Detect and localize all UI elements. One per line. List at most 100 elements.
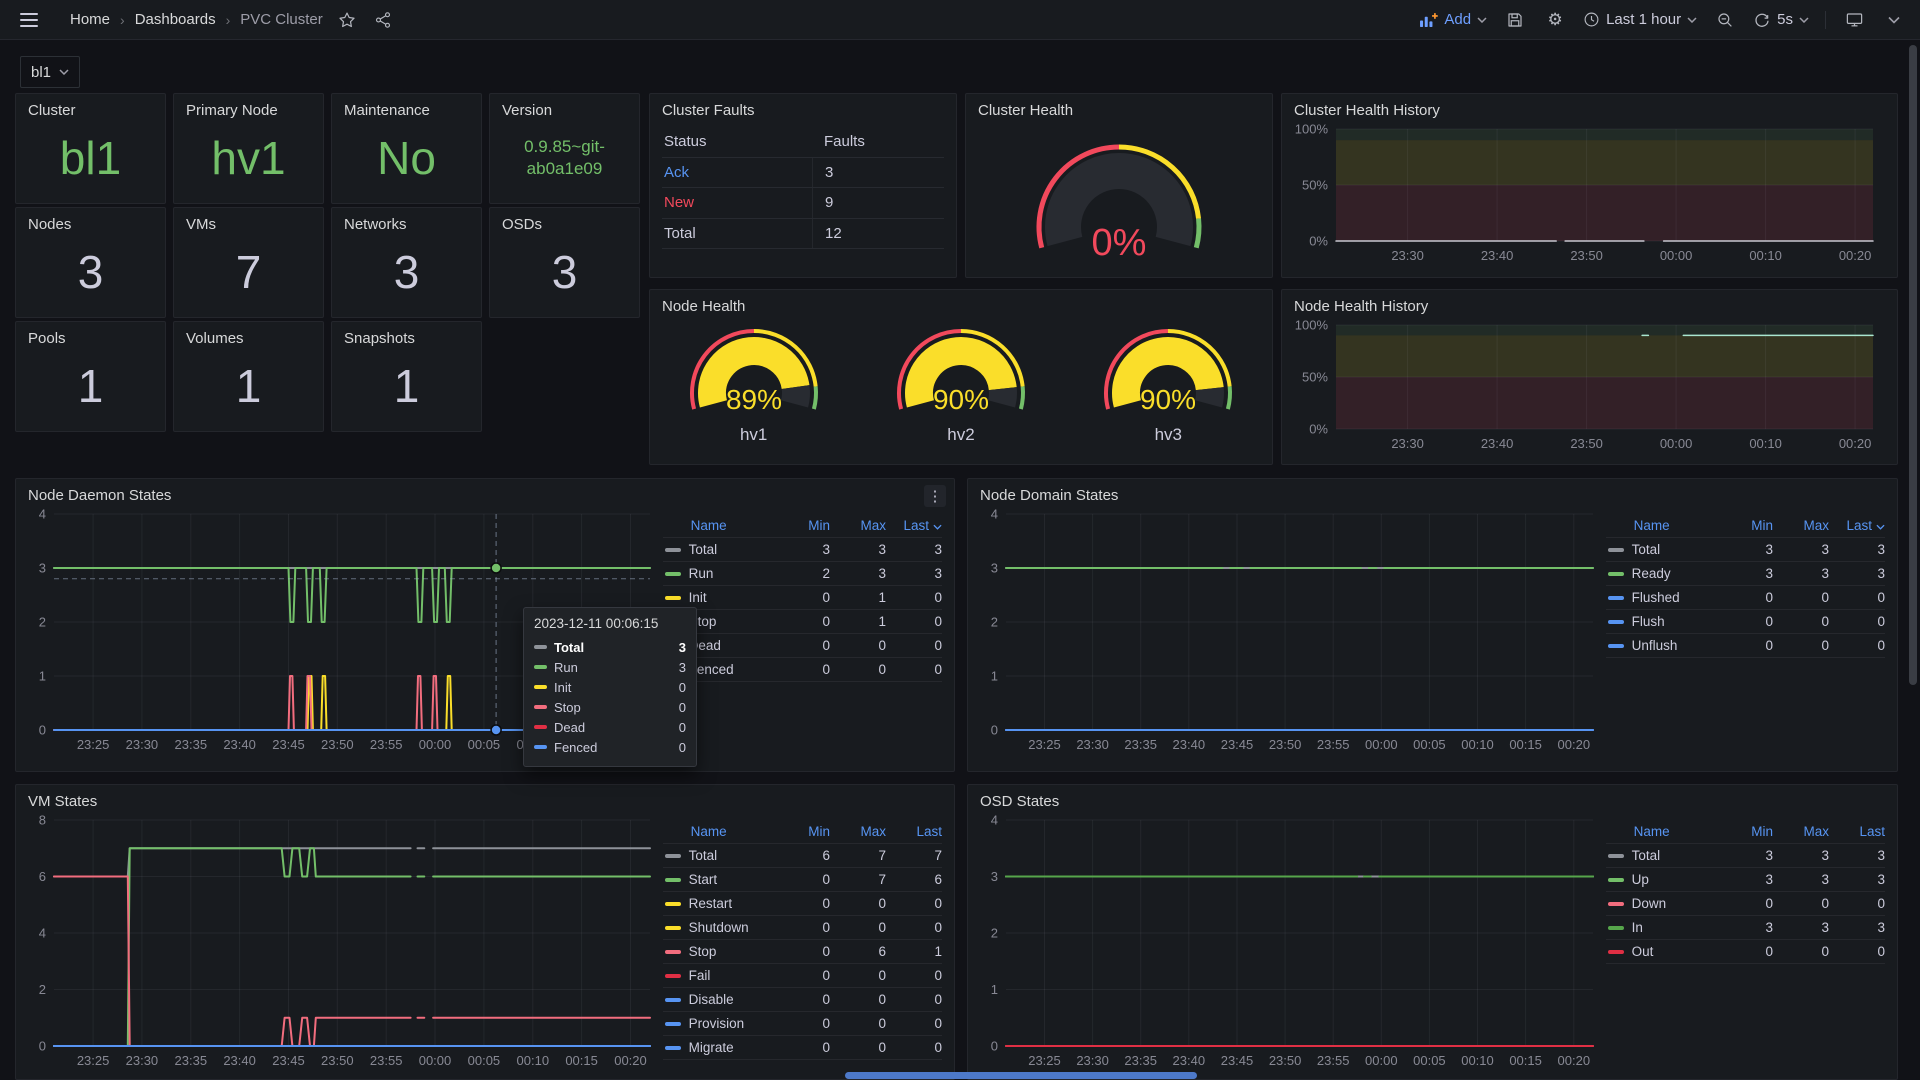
svg-text:23:55: 23:55 [1317,1053,1350,1068]
legend-col-name[interactable]: Name [665,518,774,533]
column-header-faults[interactable]: Faults [812,127,944,157]
legend-row-up[interactable]: Up333 [1606,868,1885,892]
legend-col-name[interactable]: Name [1608,824,1717,839]
breadcrumb-dashboards[interactable]: Dashboards [135,11,216,28]
legend-row-stop[interactable]: Stop010 [663,610,942,634]
horizontal-scrollbar-thumb[interactable] [845,1072,1197,1079]
menu-icon[interactable] [14,9,44,31]
legend-row-run[interactable]: Run233 [663,562,942,586]
legend-row-stop[interactable]: Stop061 [663,940,942,964]
breadcrumb-separator: › [226,12,231,28]
svg-text:23:30: 23:30 [126,1053,159,1068]
legend-row-shutdown[interactable]: Shutdown000 [663,916,942,940]
cluster-variable-dropdown[interactable]: bl1 [20,56,80,88]
legend-row-total[interactable]: Total333 [1606,844,1885,868]
svg-text:23:35: 23:35 [175,737,208,752]
panel-title[interactable]: Cluster Health [966,94,1272,121]
panel-menu-icon[interactable]: ⋮ [924,485,946,507]
share-icon[interactable] [371,8,395,32]
breadcrumb: Home › Dashboards › PVC Cluster [70,11,323,28]
stat-panel-snapshots: Snapshots 1 [331,321,482,432]
legend-col-min[interactable]: Min [1717,824,1773,839]
gauge-label: hv2 [947,425,974,445]
column-header-status[interactable]: Status [662,133,812,150]
legend-col-min[interactable]: Min [774,824,830,839]
panel-title[interactable]: Node Health History [1282,290,1897,317]
svg-text:00:05: 00:05 [1413,1053,1446,1068]
legend-row-disable[interactable]: Disable000 [663,988,942,1012]
legend-col-name[interactable]: Name [665,824,774,839]
legend-row-unflush[interactable]: Unflush000 [1606,634,1885,658]
series-swatch [665,548,681,552]
legend-col-min[interactable]: Min [774,518,830,533]
legend-row-dead[interactable]: Dead000 [663,634,942,658]
panel-title[interactable]: Cluster Health History [1282,94,1897,121]
stat-panel-maintenance: Maintenance No [331,93,482,204]
svg-text:23:35: 23:35 [1124,1053,1157,1068]
svg-text:50%: 50% [1302,370,1328,385]
bar-chart-plus-icon [1419,12,1438,28]
node-health-history-chart[interactable]: 0%50%100%23:3023:4023:5000:0000:1000:20 [1294,317,1887,455]
legend-row-total[interactable]: Total677 [663,844,942,868]
legend-col-max[interactable]: Max [830,518,886,533]
tv-mode-icon[interactable] [1842,8,1866,32]
legend-row-in[interactable]: In333 [1606,916,1885,940]
legend-col-max[interactable]: Max [830,824,886,839]
legend-row-flush[interactable]: Flush000 [1606,610,1885,634]
star-icon[interactable] [335,8,359,32]
node-gauge-hv2: 90% hv2 [879,325,1043,445]
panel-title[interactable]: Node Domain States [968,479,1897,506]
legend-col-name[interactable]: Name [1608,518,1717,533]
series-swatch [1608,854,1624,858]
legend-row-fenced[interactable]: Fenced000 [663,658,942,682]
breadcrumb-home[interactable]: Home [70,11,110,28]
vertical-scrollbar-thumb[interactable] [1909,45,1917,685]
legend-header: NameMinMaxLast [663,820,942,844]
faults-row-label: New [662,194,812,211]
legend-row-total[interactable]: Total333 [663,538,942,562]
legend-table: NameMinMaxLast Total333Run233Init010Stop0… [663,514,942,756]
refresh-controls[interactable]: 5s [1753,11,1809,29]
tooltip-timestamp: 2023-12-11 00:06:15 [534,616,686,631]
add-panel-button[interactable]: Add [1419,11,1487,28]
legend-row-ready[interactable]: Ready333 [1606,562,1885,586]
legend-row-provision[interactable]: Provision000 [663,1012,942,1036]
svg-text:23:50: 23:50 [1269,737,1302,752]
legend-col-last[interactable]: Last [886,518,942,533]
save-dashboard-icon[interactable] [1503,8,1527,32]
panel-title[interactable]: OSD States [968,785,1897,812]
panel-title[interactable]: Node Daemon States [16,479,954,506]
legend-col-last[interactable]: Last [1829,824,1885,839]
vm-states-chart[interactable]: 0246823:2523:3023:3523:4023:4523:5023:55… [28,812,663,1072]
settings-gear-icon[interactable]: ⚙ [1543,8,1567,32]
legend-row-fail[interactable]: Fail000 [663,964,942,988]
legend-row-init[interactable]: Init010 [663,586,942,610]
legend-col-max[interactable]: Max [1773,824,1829,839]
osd-states-chart[interactable]: 0123423:2523:3023:3523:4023:4523:5023:55… [980,812,1606,1072]
panel-title[interactable]: VM States [16,785,954,812]
legend-row-start[interactable]: Start076 [663,868,942,892]
legend-row-migrate[interactable]: Migrate000 [663,1036,942,1060]
cluster-health-gauge: 0% [999,123,1239,273]
zoom-out-icon[interactable] [1713,8,1737,32]
legend-row-restart[interactable]: Restart000 [663,892,942,916]
legend-row-down[interactable]: Down000 [1606,892,1885,916]
cluster-health-history-chart[interactable]: 0%50%100%23:3023:4023:5000:0000:1000:20 [1294,121,1887,267]
panel-title[interactable]: Node Health [650,290,1272,317]
legend-row-out[interactable]: Out000 [1606,940,1885,964]
legend-col-last[interactable]: Last [1829,518,1885,533]
panel-title[interactable]: Cluster Faults [650,94,956,121]
time-range-picker[interactable]: Last 1 hour [1583,11,1697,28]
collapse-nav-chevron-icon[interactable] [1882,8,1906,32]
series-swatch [1608,878,1624,882]
node-daemon-states-panel: Node Daemon States ⋮ 0123423:2523:3023:3… [15,478,955,772]
tooltip-row: Fenced0 [534,737,686,757]
legend-row-flushed[interactable]: Flushed000 [1606,586,1885,610]
legend-col-min[interactable]: Min [1717,518,1773,533]
legend-col-last[interactable]: Last [886,824,942,839]
node-domain-states-chart[interactable]: 0123423:2523:3023:3523:4023:4523:5023:55… [980,506,1606,756]
svg-text:00:10: 00:10 [517,1053,550,1068]
legend-col-max[interactable]: Max [1773,518,1829,533]
vm-states-panel: VM States 0246823:2523:3023:3523:4023:45… [15,784,955,1080]
legend-row-total[interactable]: Total333 [1606,538,1885,562]
